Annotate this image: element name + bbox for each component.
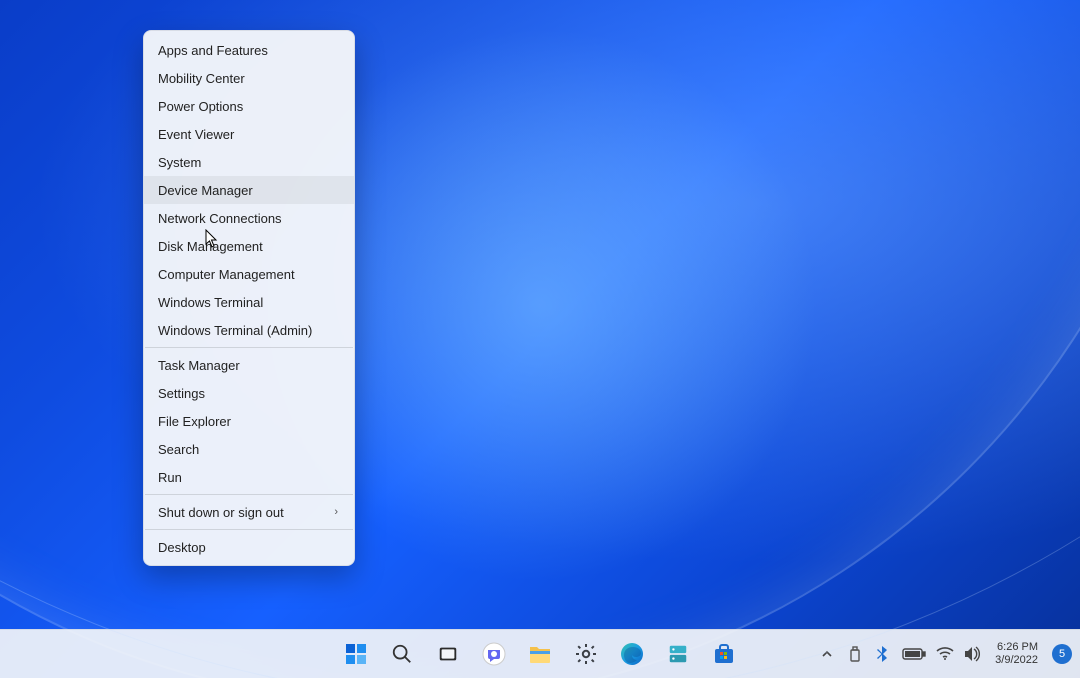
wifi-icon[interactable] <box>935 630 955 678</box>
menu-system[interactable]: System <box>144 148 354 176</box>
menu-power-options[interactable]: Power Options <box>144 92 354 120</box>
menu-item-label: Apps and Features <box>158 43 268 58</box>
taskbar-center <box>336 634 744 674</box>
task-view-icon[interactable] <box>428 634 468 674</box>
menu-item-label: Search <box>158 442 199 457</box>
menu-item-label: Run <box>158 470 182 485</box>
clock-time: 6:26 PM <box>995 641 1038 654</box>
menu-apps-features[interactable]: Apps and Features <box>144 36 354 64</box>
menu-desktop[interactable]: Desktop <box>144 533 354 561</box>
menu-computer-management[interactable]: Computer Management <box>144 260 354 288</box>
menu-event-viewer[interactable]: Event Viewer <box>144 120 354 148</box>
start-button[interactable] <box>336 634 376 674</box>
usb-eject-icon[interactable] <box>845 630 865 678</box>
edge-icon[interactable] <box>612 634 652 674</box>
file-explorer-icon[interactable] <box>520 634 560 674</box>
menu-separator <box>145 494 353 495</box>
menu-task-manager[interactable]: Task Manager <box>144 351 354 379</box>
menu-separator <box>145 529 353 530</box>
menu-item-label: Power Options <box>158 99 243 114</box>
menu-windows-terminal[interactable]: Windows Terminal <box>144 288 354 316</box>
bluetooth-icon[interactable] <box>873 630 893 678</box>
menu-run[interactable]: Run <box>144 463 354 491</box>
menu-item-label: Event Viewer <box>158 127 234 142</box>
volume-icon[interactable] <box>963 630 983 678</box>
menu-device-manager[interactable]: Device Manager <box>144 176 354 204</box>
menu-separator <box>145 347 353 348</box>
menu-network-connections[interactable]: Network Connections <box>144 204 354 232</box>
chevron-right-icon: › <box>334 506 338 518</box>
menu-item-label: Mobility Center <box>158 71 245 86</box>
battery-icon[interactable] <box>901 630 927 678</box>
menu-item-label: Desktop <box>158 540 206 555</box>
menu-item-label: Settings <box>158 386 205 401</box>
settings-icon[interactable] <box>566 634 606 674</box>
notification-count: 5 <box>1059 648 1065 660</box>
microsoft-store-icon[interactable] <box>704 634 744 674</box>
menu-disk-management[interactable]: Disk Management <box>144 232 354 260</box>
menu-item-label: Shut down or sign out <box>158 505 284 520</box>
menu-item-label: Task Manager <box>158 358 240 373</box>
menu-search[interactable]: Search <box>144 435 354 463</box>
chat-icon[interactable] <box>474 634 514 674</box>
menu-item-label: Windows Terminal (Admin) <box>158 323 312 338</box>
menu-windows-terminal-admin[interactable]: Windows Terminal (Admin) <box>144 316 354 344</box>
search-icon[interactable] <box>382 634 422 674</box>
menu-file-explorer[interactable]: File Explorer <box>144 407 354 435</box>
taskbar-clock[interactable]: 6:26 PM 3/9/2022 <box>991 641 1042 667</box>
menu-shutdown-signout[interactable]: Shut down or sign out › <box>144 498 354 526</box>
menu-item-label: Windows Terminal <box>158 295 263 310</box>
menu-item-label: File Explorer <box>158 414 231 429</box>
menu-item-label: Device Manager <box>158 183 253 198</box>
winx-context-menu: Apps and Features Mobility Center Power Op… <box>143 30 355 566</box>
menu-item-label: Network Connections <box>158 211 282 226</box>
server-manager-icon[interactable] <box>658 634 698 674</box>
system-tray: 6:26 PM 3/9/2022 5 <box>817 630 1072 678</box>
menu-mobility-center[interactable]: Mobility Center <box>144 64 354 92</box>
menu-item-label: Computer Management <box>158 267 295 282</box>
menu-item-label: System <box>158 155 201 170</box>
overflow-chevron-icon[interactable] <box>817 630 837 678</box>
menu-settings[interactable]: Settings <box>144 379 354 407</box>
taskbar: 6:26 PM 3/9/2022 5 <box>0 629 1080 678</box>
menu-item-label: Disk Management <box>158 239 263 254</box>
clock-date: 3/9/2022 <box>995 654 1038 667</box>
notification-badge[interactable]: 5 <box>1052 644 1072 664</box>
desktop-wallpaper: Apps and Features Mobility Center Power Op… <box>0 0 1080 678</box>
